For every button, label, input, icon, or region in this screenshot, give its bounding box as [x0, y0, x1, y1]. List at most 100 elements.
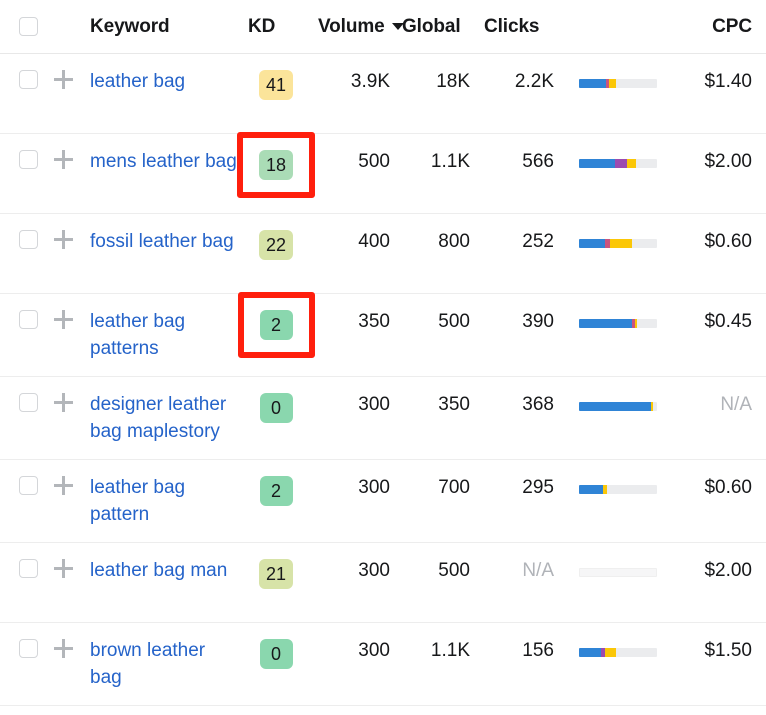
plus-icon[interactable]: [54, 310, 73, 329]
column-header-clicks[interactable]: Clicks: [476, 16, 560, 38]
volume-value: 300: [358, 640, 396, 661]
row-checkbox[interactable]: [19, 230, 38, 249]
clicks-cell: N/A: [476, 557, 560, 584]
keyword-link[interactable]: brown leather bag: [90, 640, 205, 688]
traffic-share-bar: [579, 485, 657, 494]
table-row[interactable]: fossil leather bag 22 400 800 252 $0.60: [0, 214, 766, 294]
table-row[interactable]: mens leather bag 18 500 1.1K 566 $2.00: [0, 134, 766, 214]
kd-badge: 41: [259, 70, 293, 100]
cpc-value: $0.60: [704, 231, 752, 252]
kd-cell: 18: [240, 148, 312, 180]
table-row[interactable]: leather bag patterns 2 350 500 390 $0.45: [0, 294, 766, 377]
kd-cell: 22: [240, 228, 312, 260]
traffic-bar-segment: [579, 648, 601, 657]
keyword-cell: fossil leather bag: [80, 228, 240, 255]
plus-icon[interactable]: [54, 476, 73, 495]
keyword-cell: brown leather bag: [80, 637, 240, 691]
cpc-value: $1.40: [704, 71, 752, 92]
row-checkbox[interactable]: [19, 476, 38, 495]
table-row[interactable]: leather bag pattern 2 300 700 295 $0.60: [0, 460, 766, 543]
add-keyword-cell[interactable]: [46, 68, 80, 89]
row-checkbox[interactable]: [19, 150, 38, 169]
row-select-cell[interactable]: [0, 148, 46, 169]
plus-icon[interactable]: [54, 150, 73, 169]
add-keyword-cell[interactable]: [46, 228, 80, 249]
table-row[interactable]: leather bag man 21 300 500 N/A $2.00: [0, 543, 766, 623]
column-header-cpc[interactable]: CPC: [676, 16, 766, 38]
column-header-keyword-label: Keyword: [90, 16, 170, 38]
volume-value: 400: [358, 231, 396, 252]
select-all-checkbox[interactable]: [19, 17, 38, 36]
add-keyword-cell[interactable]: [46, 557, 80, 578]
keyword-link[interactable]: leather bag pattern: [90, 477, 185, 525]
row-select-cell[interactable]: [0, 637, 46, 658]
traffic-bar-segment: [609, 79, 616, 88]
row-checkbox[interactable]: [19, 310, 38, 329]
table-row[interactable]: brown leather bag 0 300 1.1K 156 $1.50: [0, 623, 766, 706]
table-row[interactable]: designer leather bag maplestory 0 300 35…: [0, 377, 766, 460]
add-keyword-cell[interactable]: [46, 637, 80, 658]
row-select-cell[interactable]: [0, 391, 46, 412]
column-header-global[interactable]: Global: [396, 16, 476, 38]
add-keyword-cell[interactable]: [46, 391, 80, 412]
cpc-cell: $0.60: [676, 474, 766, 501]
add-keyword-cell[interactable]: [46, 148, 80, 169]
column-header-kd[interactable]: KD: [240, 16, 312, 38]
row-select-cell[interactable]: [0, 228, 46, 249]
global-cell: 18K: [396, 68, 476, 95]
row-select-cell[interactable]: [0, 474, 46, 495]
global-value: 500: [438, 560, 476, 581]
traffic-bar-segment: [651, 402, 653, 411]
select-all-cell[interactable]: [0, 17, 46, 36]
row-checkbox[interactable]: [19, 70, 38, 89]
clicks-cell: 2.2K: [476, 68, 560, 95]
keyword-link[interactable]: designer leather bag maplestory: [90, 394, 226, 442]
cpc-cell: $2.00: [676, 148, 766, 175]
traffic-share-cell: [560, 228, 676, 248]
column-header-volume[interactable]: Volume: [312, 16, 396, 38]
keyword-cell: leather bag patterns: [80, 308, 240, 362]
column-header-global-label: Global: [402, 16, 461, 38]
global-cell: 500: [396, 308, 476, 335]
volume-cell: 400: [312, 228, 396, 255]
keyword-link[interactable]: mens leather bag: [90, 151, 237, 172]
keyword-link[interactable]: fossil leather bag: [90, 231, 234, 252]
plus-icon[interactable]: [54, 393, 73, 412]
global-cell: 1.1K: [396, 148, 476, 175]
global-value: 500: [438, 311, 476, 332]
volume-value: 300: [358, 560, 396, 581]
cpc-value: $2.00: [704, 151, 752, 172]
keyword-cell: designer leather bag maplestory: [80, 391, 240, 445]
cpc-value: $2.00: [704, 560, 752, 581]
plus-icon[interactable]: [54, 639, 73, 658]
global-cell: 350: [396, 391, 476, 418]
volume-value: 350: [358, 311, 396, 332]
clicks-value: 295: [522, 477, 560, 498]
row-select-cell[interactable]: [0, 68, 46, 89]
add-keyword-cell[interactable]: [46, 474, 80, 495]
add-keyword-cell[interactable]: [46, 308, 80, 329]
keyword-link[interactable]: leather bag: [90, 71, 185, 92]
global-value: 800: [438, 231, 476, 252]
row-select-cell[interactable]: [0, 308, 46, 329]
row-checkbox[interactable]: [19, 559, 38, 578]
plus-icon[interactable]: [54, 230, 73, 249]
keyword-link[interactable]: leather bag man: [90, 560, 227, 581]
clicks-value: 156: [522, 640, 560, 661]
keyword-link[interactable]: leather bag patterns: [90, 311, 185, 359]
traffic-share-cell: [560, 148, 676, 168]
traffic-share-cell: [560, 557, 676, 577]
row-select-cell[interactable]: [0, 557, 46, 578]
column-header-keyword[interactable]: Keyword: [80, 16, 240, 38]
cpc-value: $0.60: [704, 477, 752, 498]
plus-icon[interactable]: [54, 559, 73, 578]
row-checkbox[interactable]: [19, 393, 38, 412]
keyword-cell: mens leather bag: [80, 148, 240, 175]
traffic-bar-segment: [579, 319, 632, 328]
plus-icon[interactable]: [54, 70, 73, 89]
row-checkbox[interactable]: [19, 639, 38, 658]
traffic-share-cell: [560, 637, 676, 657]
table-row[interactable]: leather bag 41 3.9K 18K 2.2K $1.40: [0, 54, 766, 134]
global-value: 350: [438, 394, 476, 415]
keyword-results-table: Keyword KD Volume Global Clicks CPC leat…: [0, 0, 766, 706]
